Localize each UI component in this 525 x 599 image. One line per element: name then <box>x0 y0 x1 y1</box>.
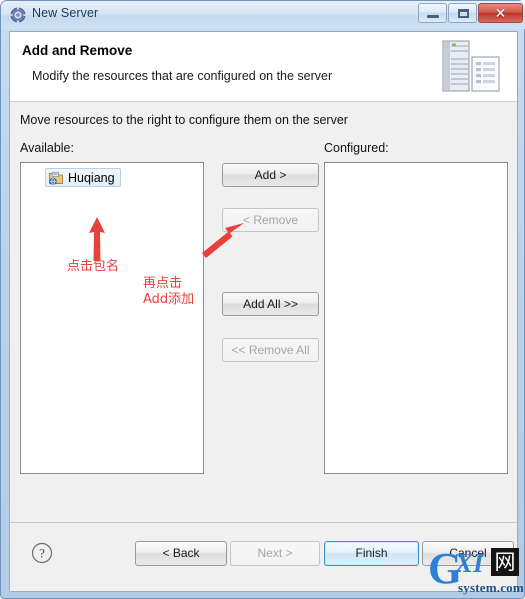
server-and-document-icon <box>439 37 505 97</box>
list-item[interactable]: Huqiang <box>45 168 121 187</box>
svg-text:?: ? <box>39 546 45 561</box>
minimize-icon <box>427 15 439 18</box>
web-project-icon <box>48 170 64 186</box>
server-wizard-icon <box>10 7 26 23</box>
back-button[interactable]: < Back <box>135 541 227 566</box>
page-description: Modify the resources that are configured… <box>32 69 333 83</box>
close-icon: ✕ <box>494 5 507 21</box>
list-item-label: Huqiang <box>68 170 115 185</box>
annotation-click-package: 点击包名 <box>67 259 120 274</box>
wizard-header: Add and Remove Modify the resources that… <box>10 32 517 102</box>
add-button[interactable]: Add > <box>222 163 319 187</box>
annotation-then-click-line2: Add添加 <box>143 292 195 307</box>
move-resources-instruction: Move resources to the right to configure… <box>20 113 348 127</box>
configured-listbox[interactable] <box>324 162 508 474</box>
finish-button[interactable]: Finish <box>324 541 419 566</box>
available-listbox[interactable]: Huqiang <box>20 162 204 474</box>
remove-all-button[interactable]: << Remove All <box>222 338 319 362</box>
close-button[interactable]: ✕ <box>478 3 523 23</box>
page-title: Add and Remove <box>22 43 133 58</box>
help-question-icon[interactable]: ? <box>31 542 53 564</box>
restore-icon <box>458 9 469 18</box>
configured-label: Configured: <box>324 141 389 155</box>
maximize-button[interactable] <box>448 3 477 23</box>
available-label: Available: <box>20 141 74 155</box>
annotation-arrow-diagonal <box>202 223 244 258</box>
dialog-client-area: Add and Remove Modify the resources that… <box>9 31 518 592</box>
wizard-footer: ? < Back Next > Finish Cancel <box>10 523 517 591</box>
window-title: New Server <box>32 6 99 20</box>
annotation-then-click: 再点击 Add添加 <box>143 276 194 308</box>
minimize-button[interactable] <box>418 3 447 23</box>
annotation-arrow-up <box>89 217 105 261</box>
next-button[interactable]: Next > <box>230 541 320 566</box>
cancel-button[interactable]: Cancel <box>422 541 514 566</box>
window-controls: ✕ <box>417 3 523 24</box>
wizard-body: Move resources to the right to configure… <box>10 103 517 521</box>
screenshot-root: New Server ✕ Add and Remove Modify the r… <box>0 0 525 599</box>
add-all-button[interactable]: Add All >> <box>222 292 319 316</box>
title-bar[interactable]: New Server ✕ <box>1 1 525 29</box>
annotation-then-click-line1: 再点击 <box>143 276 183 291</box>
new-server-dialog-window: New Server ✕ Add and Remove Modify the r… <box>0 0 525 599</box>
